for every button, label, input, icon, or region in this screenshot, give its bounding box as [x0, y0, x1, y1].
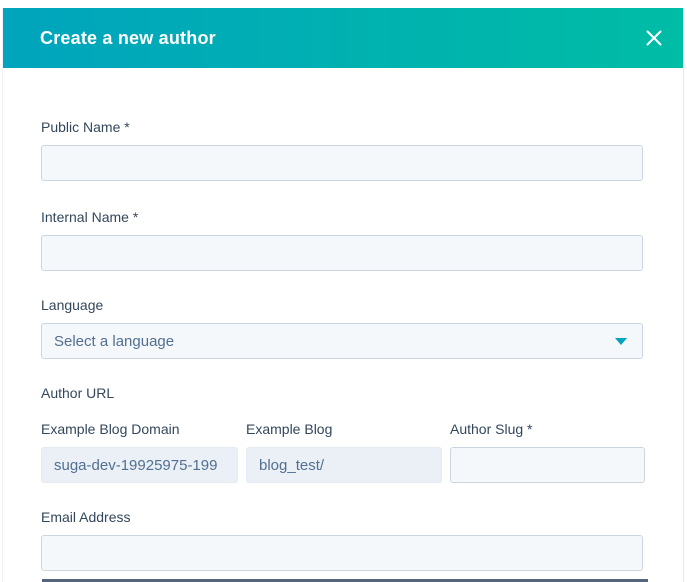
email-address-label: Email Address	[41, 508, 643, 526]
field-example-blog-domain: Example Blog Domain	[41, 420, 238, 483]
author-url-grid: Example Blog Domain Example Blog Author …	[41, 420, 643, 483]
email-address-input[interactable]	[41, 535, 643, 571]
language-label: Language	[41, 296, 643, 314]
modal-body: Public Name * Internal Name * Language S…	[3, 68, 683, 571]
modal-title: Create a new author	[40, 28, 216, 49]
author-url-label: Author URL	[41, 384, 643, 402]
field-internal-name: Internal Name *	[41, 208, 643, 271]
example-blog-domain-label: Example Blog Domain	[41, 420, 238, 438]
internal-name-label: Internal Name *	[41, 208, 643, 226]
example-blog-domain-input	[41, 447, 238, 483]
language-select-value: Select a language	[54, 333, 174, 350]
field-author-url: Author URL Example Blog Domain Example B…	[41, 384, 643, 483]
public-name-input[interactable]	[41, 145, 643, 181]
field-public-name: Public Name *	[41, 118, 643, 181]
modal-header: Create a new author	[3, 8, 683, 68]
close-button[interactable]	[641, 25, 667, 51]
language-select[interactable]: Select a language	[41, 323, 643, 359]
author-slug-label: Author Slug *	[450, 420, 645, 438]
author-slug-input[interactable]	[450, 447, 645, 483]
close-icon	[645, 29, 663, 47]
field-author-slug: Author Slug *	[450, 420, 645, 483]
field-email-address: Email Address	[41, 508, 643, 571]
create-author-modal: Create a new author Public Name * Intern…	[2, 8, 684, 582]
public-name-label: Public Name *	[41, 118, 643, 136]
chevron-down-icon	[615, 338, 627, 345]
internal-name-input[interactable]	[41, 235, 643, 271]
example-blog-input	[246, 447, 442, 483]
field-language: Language Select a language	[41, 296, 643, 359]
example-blog-label: Example Blog	[246, 420, 442, 438]
field-example-blog: Example Blog	[246, 420, 442, 483]
